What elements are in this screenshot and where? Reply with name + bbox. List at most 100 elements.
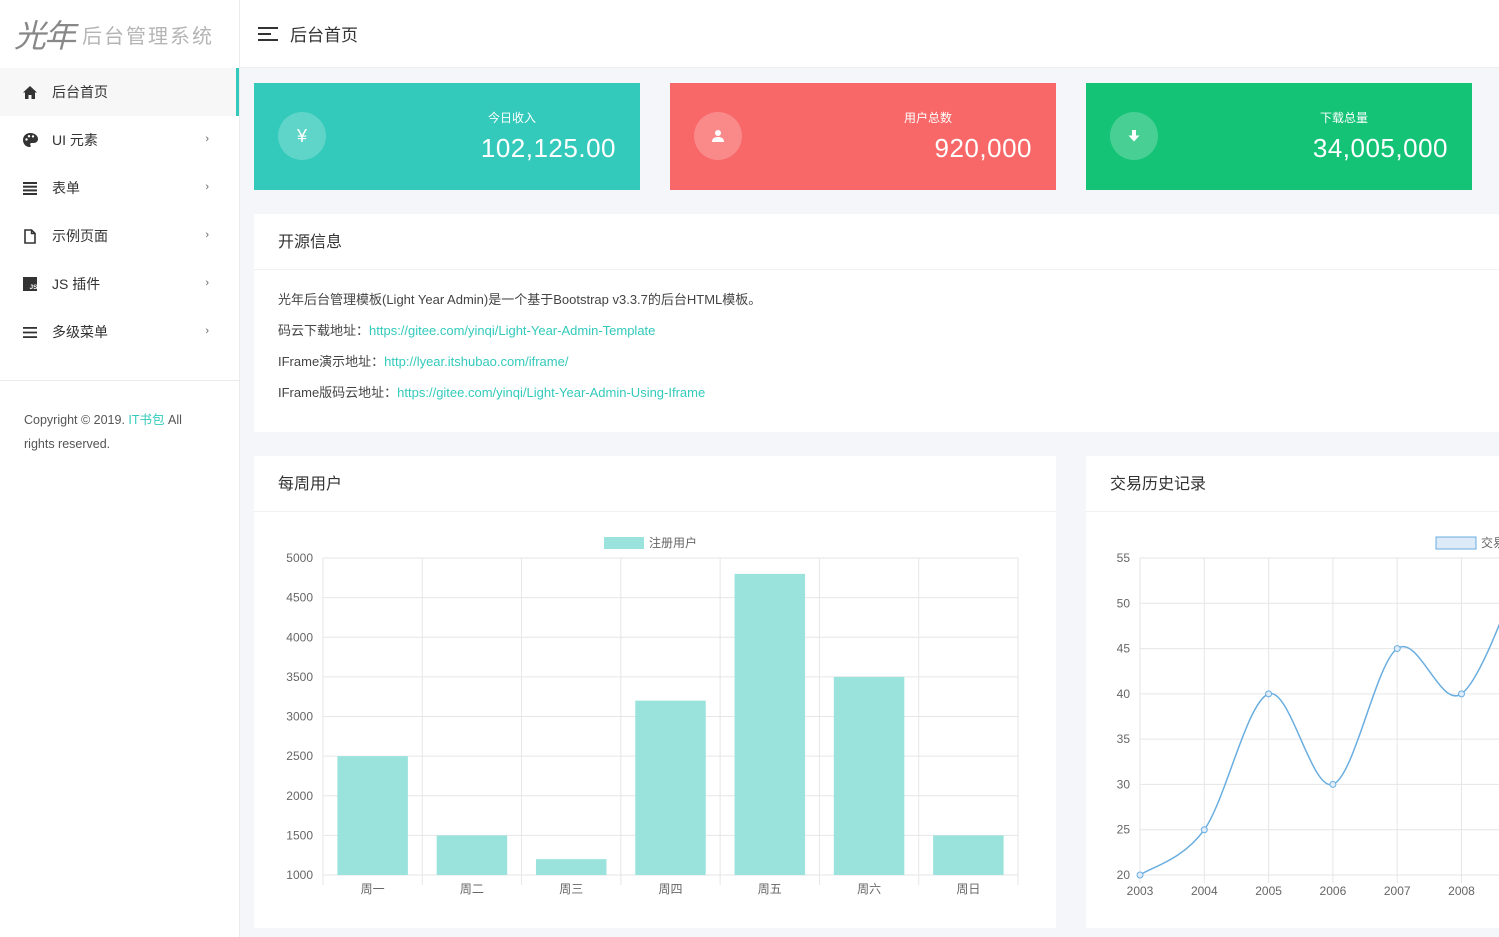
sidebar-item-example-pages[interactable]: 示例页面 › [0,212,239,260]
weekly-users-chart: 注册用户 1000 1500 2000 2500 3000 3500 4000 4500 5000… [286,535,1019,896]
sidebar-item-label: 表单 [52,180,80,196]
data-point [1136,871,1144,879]
x-tick-label: 2005 [1255,884,1282,898]
info-label: 码云下载地址： [278,323,370,338]
x-tick-label: 周六 [857,882,881,896]
sidebar-item-js-plugins[interactable]: JS JS 插件 › [0,260,239,308]
x-tick-label: 周四 [658,882,682,896]
y-tick-label: 45 [1117,642,1131,656]
x-tick-label: 周日 [956,882,980,896]
legend-label: 交易 [1481,535,1499,550]
panel-title: 交易历史记录 [1086,456,1499,512]
weekly-users-panel: 每周用户 注册用户 1000 1500 2000 2500 3000 3500 4000 450… [254,456,1056,928]
y-tick-label: 20 [1117,868,1131,882]
page-title: 后台首页 [290,26,358,45]
x-tick-label: 2006 [1320,884,1347,898]
iframe-gitee-link[interactable]: https://gitee.com/yinqi/Light-Year-Admin… [397,385,705,400]
x-tick-label: 2004 [1191,884,1218,898]
bar [337,756,408,875]
stat-card-users: 用户总数 920,000 [670,83,1056,190]
sidebar-item-label: JS 插件 [52,276,101,292]
bar [933,835,1004,875]
y-tick-label: 2500 [286,749,313,763]
x-tick-label: 2003 [1127,884,1154,898]
transaction-history-panel: 交易历史记录 交易 20 25 30 35 40 45 50 55 2003 2004 2005 200… [1086,456,1499,928]
hamburger-icon[interactable] [258,26,278,42]
sidebar: 光年 后台管理系统 后台首页 UI 元素 › 表单 › 示例页面 › JS JS… [0,0,240,937]
sidebar-nav: 后台首页 UI 元素 › 表单 › 示例页面 › JS JS 插件 › 多级菜单… [0,68,239,356]
y-tick-label: 3500 [286,670,313,684]
panel-title: 开源信息 [254,214,1499,270]
y-tick-label: 35 [1117,732,1131,746]
data-point [1329,780,1337,788]
user-icon [694,112,742,160]
logo[interactable]: 光年 后台管理系统 [0,0,239,68]
y-tick-label: 40 [1117,687,1131,701]
series-line [1139,623,1499,876]
y-tick-label: 3000 [286,710,313,724]
list-icon [22,180,38,196]
stat-value: 34,005,000 [1312,133,1448,163]
y-tick-label: 1000 [286,868,313,882]
sidebar-item-label: 多级菜单 [52,324,108,340]
sidebar-item-home[interactable]: 后台首页 [0,68,239,116]
sidebar-item-forms[interactable]: 表单 › [0,164,239,212]
stat-label: 下载总量 [1319,111,1368,125]
palette-icon [22,132,38,148]
y-tick-label: 25 [1117,823,1131,837]
x-tick-label: 2007 [1384,884,1411,898]
chevron-right-icon: › [205,181,209,193]
data-point [1200,826,1208,834]
y-tick-label: 1500 [286,828,313,842]
copyright: Copyright © 2019. IT书包 All rights reserv… [24,408,214,456]
js-icon: JS [22,276,38,292]
stat-card-downloads: 下载总量 34,005,000 [1086,83,1472,190]
info-body: 光年后台管理模板(Light Year Admin)是一个基于Bootstrap… [254,270,1499,408]
menu-icon [22,324,38,340]
bar [635,700,706,875]
home-icon [22,84,38,100]
bar [535,859,607,875]
data-point [1265,690,1273,698]
sidebar-item-label: 示例页面 [52,228,108,244]
x-tick-label: 周二 [460,882,484,896]
chevron-right-icon: › [205,325,209,337]
panel-title: 每周用户 [254,456,1056,512]
y-tick-label: 5000 [286,551,313,565]
iframe-demo-link[interactable]: http://lyear.itshubao.com/iframe/ [384,354,568,369]
logo-text: 后台管理系统 [82,25,215,48]
file-icon [22,228,38,244]
info-line: 码云下载地址：https://gitee.com/yinqi/Light-Yea… [278,315,1475,346]
x-tick-label: 周五 [758,882,782,896]
copyright-link[interactable]: IT书包 [128,413,164,427]
x-tick-label: 周三 [559,882,583,896]
bar [833,676,905,875]
legend-swatch [1435,536,1477,550]
info-line: IFrame演示地址：http://lyear.itshubao.com/ifr… [278,346,1475,377]
info-line: IFrame版码云地址：https://gitee.com/yinqi/Ligh… [278,377,1475,408]
x-tick-label: 周一 [361,882,385,896]
gitee-download-link[interactable]: https://gitee.com/yinqi/Light-Year-Admin… [369,323,655,338]
y-tick-label: 4000 [286,630,313,644]
info-label: IFrame演示地址： [278,354,385,369]
sidebar-item-multilevel-menu[interactable]: 多级菜单 › [0,308,239,356]
sidebar-item-ui-elements[interactable]: UI 元素 › [0,116,239,164]
data-point [1393,645,1401,653]
info-label: IFrame版码云地址： [278,385,398,400]
bar [436,835,508,875]
bar [734,573,806,875]
y-tick-label: 30 [1117,777,1131,791]
svg-text:JS: JS [30,284,38,291]
y-tick-label: 50 [1117,596,1131,610]
stat-card-income: ¥ 今日收入 102,125.00 [254,83,640,190]
y-tick-label: 55 [1117,551,1131,565]
stat-label: 用户总数 [903,111,952,125]
x-tick-label: 2008 [1448,884,1475,898]
legend-swatch [604,537,644,549]
stat-label: 今日收入 [487,111,536,125]
data-point [1458,690,1465,698]
info-description: 光年后台管理模板(Light Year Admin)是一个基于Bootstrap… [278,292,762,307]
sidebar-item-label: 后台首页 [52,84,108,100]
chevron-right-icon: › [205,133,209,145]
transaction-history-chart: 交易 20 25 30 35 40 45 50 55 2003 2004 2005 2006 2007 20… [1117,535,1499,898]
